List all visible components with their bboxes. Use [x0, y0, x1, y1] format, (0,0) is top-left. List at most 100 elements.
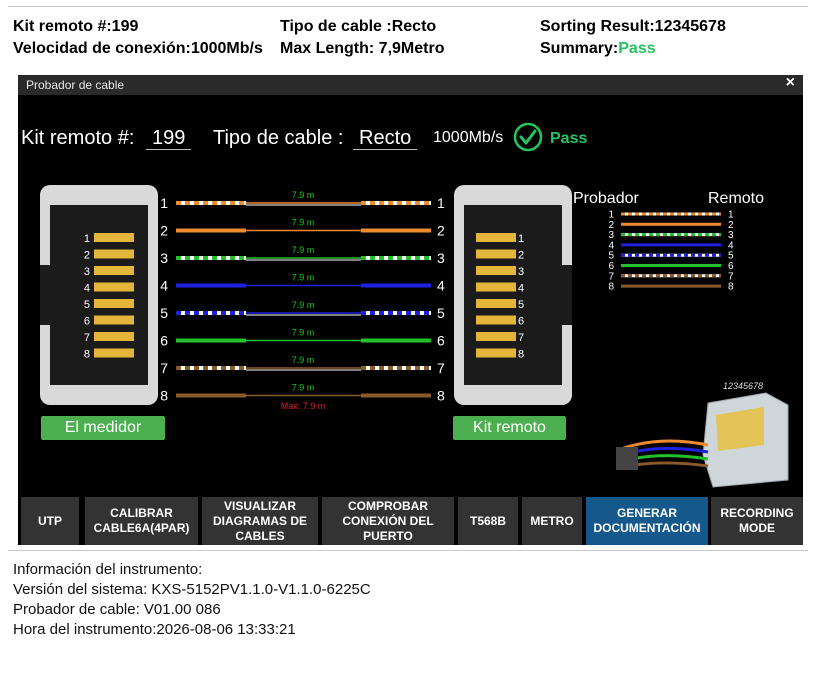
- wire-6: 6 6 7.9 m: [160, 328, 445, 349]
- legend-wire-4: 44: [608, 240, 734, 251]
- meter-pin-label: 2: [84, 250, 90, 262]
- meter-pin-label: 5: [84, 299, 90, 311]
- wire-left-pin: 5: [160, 305, 168, 321]
- info-system-version: Versión del sistema: KXS-5152PV1.1.0-V1.…: [13, 581, 371, 598]
- wire-length: 7.9 m: [292, 300, 315, 310]
- wire-right-pin: 8: [437, 388, 445, 404]
- legend-probador: Probador: [573, 190, 639, 207]
- remote-pin: [476, 233, 516, 242]
- meter-pin: [94, 249, 134, 259]
- wire-left-pin: 3: [160, 250, 168, 266]
- meter-pin-label: 4: [84, 283, 90, 295]
- legend-wire-1: 11: [608, 210, 734, 221]
- meter-pin-label: 6: [84, 316, 90, 328]
- bottom-rule: [8, 550, 808, 551]
- wire-length: 7.9 m: [292, 273, 315, 283]
- legend-wire-7: 77: [608, 271, 734, 282]
- wire-left-pin: 8: [160, 388, 168, 404]
- remote-pin-label: 7: [518, 332, 524, 344]
- legend-wire-6: 66: [608, 261, 734, 272]
- header-velocidad: Velocidad de conexión:1000Mb/s: [13, 40, 263, 57]
- wire-right-pin: 7: [437, 360, 445, 376]
- meter-button[interactable]: El medidor: [41, 416, 165, 440]
- wire-right-pin: 3: [437, 250, 445, 266]
- summary-value: Pass: [618, 40, 656, 57]
- product-code: 12345678: [723, 381, 763, 391]
- remote-pin: [476, 315, 516, 325]
- toolbar-button-8[interactable]: RECORDING MODE: [711, 497, 803, 545]
- wire-length: 7.9 m: [292, 355, 315, 365]
- legend-wire-8: 88: [608, 282, 734, 293]
- legend-remoto: Remoto: [708, 190, 764, 207]
- summary-label: Summary:: [540, 40, 619, 57]
- wire-right-pin: 5: [437, 305, 445, 321]
- legend-wire-3: 33: [608, 230, 734, 241]
- toolbar-button-4[interactable]: COMPROBAR CONEXIÓN DEL PUERTO: [322, 497, 454, 545]
- wire-length: 7.9 m: [292, 328, 315, 338]
- cable-tester-dialog: Probador de cable × Kit remoto #: 199 Ti…: [18, 75, 803, 545]
- header-max-length: Max Length: 7,9Metro: [280, 40, 445, 57]
- meter-pin: [94, 348, 134, 358]
- wire-length: 7.9 m: [292, 190, 315, 200]
- wire-right-pin: 6: [437, 333, 445, 349]
- header-kit-remoto: Kit remoto #:199: [13, 18, 139, 35]
- rj45-connector-icon: 12345678: [616, 381, 789, 488]
- header-tipo-cable: Tipo de cable :Recto: [280, 18, 437, 35]
- toolbar-button-1[interactable]: UTP: [21, 497, 79, 545]
- legend-wire-2: 22: [608, 220, 734, 231]
- toolbar-button-3[interactable]: VISUALIZAR DIAGRAMAS DE CABLES: [202, 497, 318, 545]
- header-summary: Summary:Pass: [540, 40, 656, 58]
- meter-pin-label: 1: [84, 233, 90, 245]
- remote-pin: [476, 299, 516, 308]
- meter-pin: [94, 233, 134, 242]
- toolbar-button-6[interactable]: METRO: [522, 497, 582, 545]
- toolbar-button-2[interactable]: CALIBRAR CABLE6A(4PAR): [85, 497, 198, 545]
- remote-kit-button[interactable]: Kit remoto: [453, 416, 566, 440]
- remote-pin: [476, 266, 516, 275]
- remote-pin: [476, 282, 516, 292]
- remote-pin-label: 3: [518, 266, 524, 278]
- remote-pin-label: 4: [518, 283, 524, 295]
- meter-port-icon: 1 2 3 4 5 6 7 8: [40, 185, 158, 405]
- info-tester-version: Probador de cable: V01.00 086: [13, 601, 221, 618]
- wire-1: 1 1 7.9 m: [160, 190, 445, 211]
- wire-length: 7.9 m: [292, 245, 315, 255]
- remote-pin-label: 8: [518, 349, 524, 361]
- wire-2: 2 2 7.9 m: [160, 218, 445, 239]
- meter-pin-label: 8: [84, 349, 90, 361]
- remote-pin-label: 1: [518, 233, 524, 245]
- wire-3: 3 3 7.9 m: [160, 245, 445, 266]
- toolbar: UTP CALIBRAR CABLE6A(4PAR) VISUALIZAR DIAG…: [18, 497, 803, 545]
- remote-pin: [476, 249, 516, 259]
- remote-pin-label: 6: [518, 316, 524, 328]
- meter-pin-label: 7: [84, 332, 90, 344]
- meter-pin: [94, 315, 134, 325]
- legend-right-pin: 8: [728, 282, 734, 293]
- header-sorting: Sorting Result:12345678: [540, 18, 726, 35]
- wire-left-pin: 1: [160, 195, 168, 211]
- meter-pin: [94, 332, 134, 341]
- wire-right-pin: 1: [437, 195, 445, 211]
- wire-length: 7.9 m: [292, 218, 315, 228]
- meter-pin-label: 3: [84, 266, 90, 278]
- remote-pin: [476, 332, 516, 341]
- legend-left-pin: 8: [608, 282, 614, 293]
- wire-length: 7.9 m: [292, 383, 315, 393]
- meter-pin: [94, 266, 134, 275]
- wire-5: 5 5 7.9 m: [160, 300, 445, 321]
- toolbar-button-7[interactable]: GENERAR DOCUMENTACIÓN: [586, 497, 708, 545]
- remote-pin-label: 2: [518, 250, 524, 262]
- info-heading: Información del instrumento:: [13, 561, 203, 578]
- wire-left-pin: 2: [160, 223, 168, 239]
- top-rule: [8, 6, 808, 7]
- meter-pin: [94, 282, 134, 292]
- remote-pin: [476, 348, 516, 358]
- wire-7: 7 7 7.9 m: [160, 355, 445, 376]
- remote-pin-label: 5: [518, 299, 524, 311]
- legend-wire-5: 55: [608, 251, 734, 262]
- remote-port-icon: 1 2 3 4 5 6 7 8: [454, 185, 572, 405]
- wire-left-pin: 7: [160, 360, 168, 376]
- meter-pin: [94, 299, 134, 308]
- wire-left-pin: 4: [160, 278, 168, 294]
- toolbar-button-5[interactable]: T568B: [458, 497, 518, 545]
